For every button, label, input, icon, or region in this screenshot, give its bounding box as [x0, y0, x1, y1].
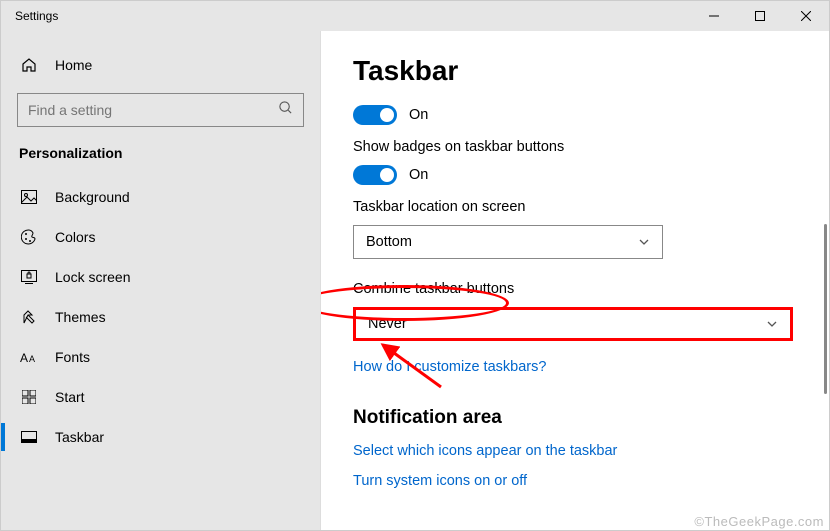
toggle-knob: [380, 108, 394, 122]
fonts-icon: AA: [19, 350, 39, 364]
help-link[interactable]: How do I customize taskbars?: [353, 359, 807, 375]
search-input[interactable]: [28, 102, 278, 118]
palette-icon: [19, 229, 39, 245]
themes-icon: [19, 309, 39, 325]
notif-link-1[interactable]: Select which icons appear on the taskbar: [353, 443, 807, 459]
toggle-1[interactable]: [353, 105, 397, 125]
sidebar-item-label: Background: [55, 189, 130, 205]
toggle-knob: [380, 168, 394, 182]
sidebar-item-themes[interactable]: Themes: [1, 297, 320, 337]
toggle-1-state: On: [409, 107, 428, 123]
home-label: Home: [55, 57, 92, 73]
home-icon: [19, 57, 39, 73]
close-icon: [801, 11, 811, 21]
chevron-down-icon: [638, 236, 650, 248]
sidebar-item-label: Lock screen: [55, 269, 130, 285]
sidebar: Home Personalization Background Colors: [1, 31, 321, 530]
window-title: Settings: [1, 9, 58, 23]
sidebar-item-label: Themes: [55, 309, 106, 325]
search-box[interactable]: [17, 93, 304, 127]
titlebar: Settings: [1, 1, 829, 31]
svg-text:A: A: [29, 354, 35, 364]
close-button[interactable]: [783, 1, 829, 31]
toggle-row-2: On: [353, 165, 807, 185]
taskbar-icon: [19, 431, 39, 443]
maximize-button[interactable]: [737, 1, 783, 31]
sidebar-item-label: Start: [55, 389, 85, 405]
content-area: Taskbar On Show badges on taskbar button…: [321, 31, 829, 530]
sidebar-item-background[interactable]: Background: [1, 177, 320, 217]
combine-value: Never: [368, 316, 407, 332]
scrollbar[interactable]: [824, 224, 827, 394]
location-label: Taskbar location on screen: [353, 199, 807, 215]
search-icon: [278, 100, 293, 120]
toggle-row-1: On: [353, 105, 807, 125]
window-controls: [691, 1, 829, 31]
svg-text:A: A: [20, 351, 28, 364]
start-icon: [19, 390, 39, 404]
watermark: ©TheGeekPage.com: [694, 514, 824, 529]
badges-label: Show badges on taskbar buttons: [353, 139, 807, 155]
section-title: Personalization: [1, 145, 320, 177]
settings-window: Settings Home: [0, 0, 830, 531]
sidebar-item-lock-screen[interactable]: Lock screen: [1, 257, 320, 297]
chevron-down-icon: [766, 318, 778, 330]
sidebar-item-fonts[interactable]: AA Fonts: [1, 337, 320, 377]
toggle-2-state: On: [409, 167, 428, 183]
minimize-button[interactable]: [691, 1, 737, 31]
sidebar-item-start[interactable]: Start: [1, 377, 320, 417]
sidebar-item-label: Fonts: [55, 349, 90, 365]
location-select[interactable]: Bottom: [353, 225, 663, 259]
sidebar-item-label: Taskbar: [55, 429, 104, 445]
combine-label: Combine taskbar buttons: [353, 281, 807, 297]
lock-screen-icon: [19, 270, 39, 284]
picture-icon: [19, 190, 39, 204]
home-button[interactable]: Home: [1, 45, 320, 85]
sidebar-item-label: Colors: [55, 229, 95, 245]
sidebar-item-colors[interactable]: Colors: [1, 217, 320, 257]
toggle-badges[interactable]: [353, 165, 397, 185]
window-body: Home Personalization Background Colors: [1, 31, 829, 530]
sidebar-item-taskbar[interactable]: Taskbar: [1, 417, 320, 457]
maximize-icon: [755, 11, 765, 21]
page-title: Taskbar: [353, 55, 807, 87]
search-wrap: [17, 93, 304, 127]
location-value: Bottom: [366, 234, 412, 250]
minimize-icon: [709, 11, 719, 21]
notification-heading: Notification area: [353, 407, 807, 429]
combine-select[interactable]: Never: [353, 307, 793, 341]
notif-link-2[interactable]: Turn system icons on or off: [353, 473, 807, 489]
